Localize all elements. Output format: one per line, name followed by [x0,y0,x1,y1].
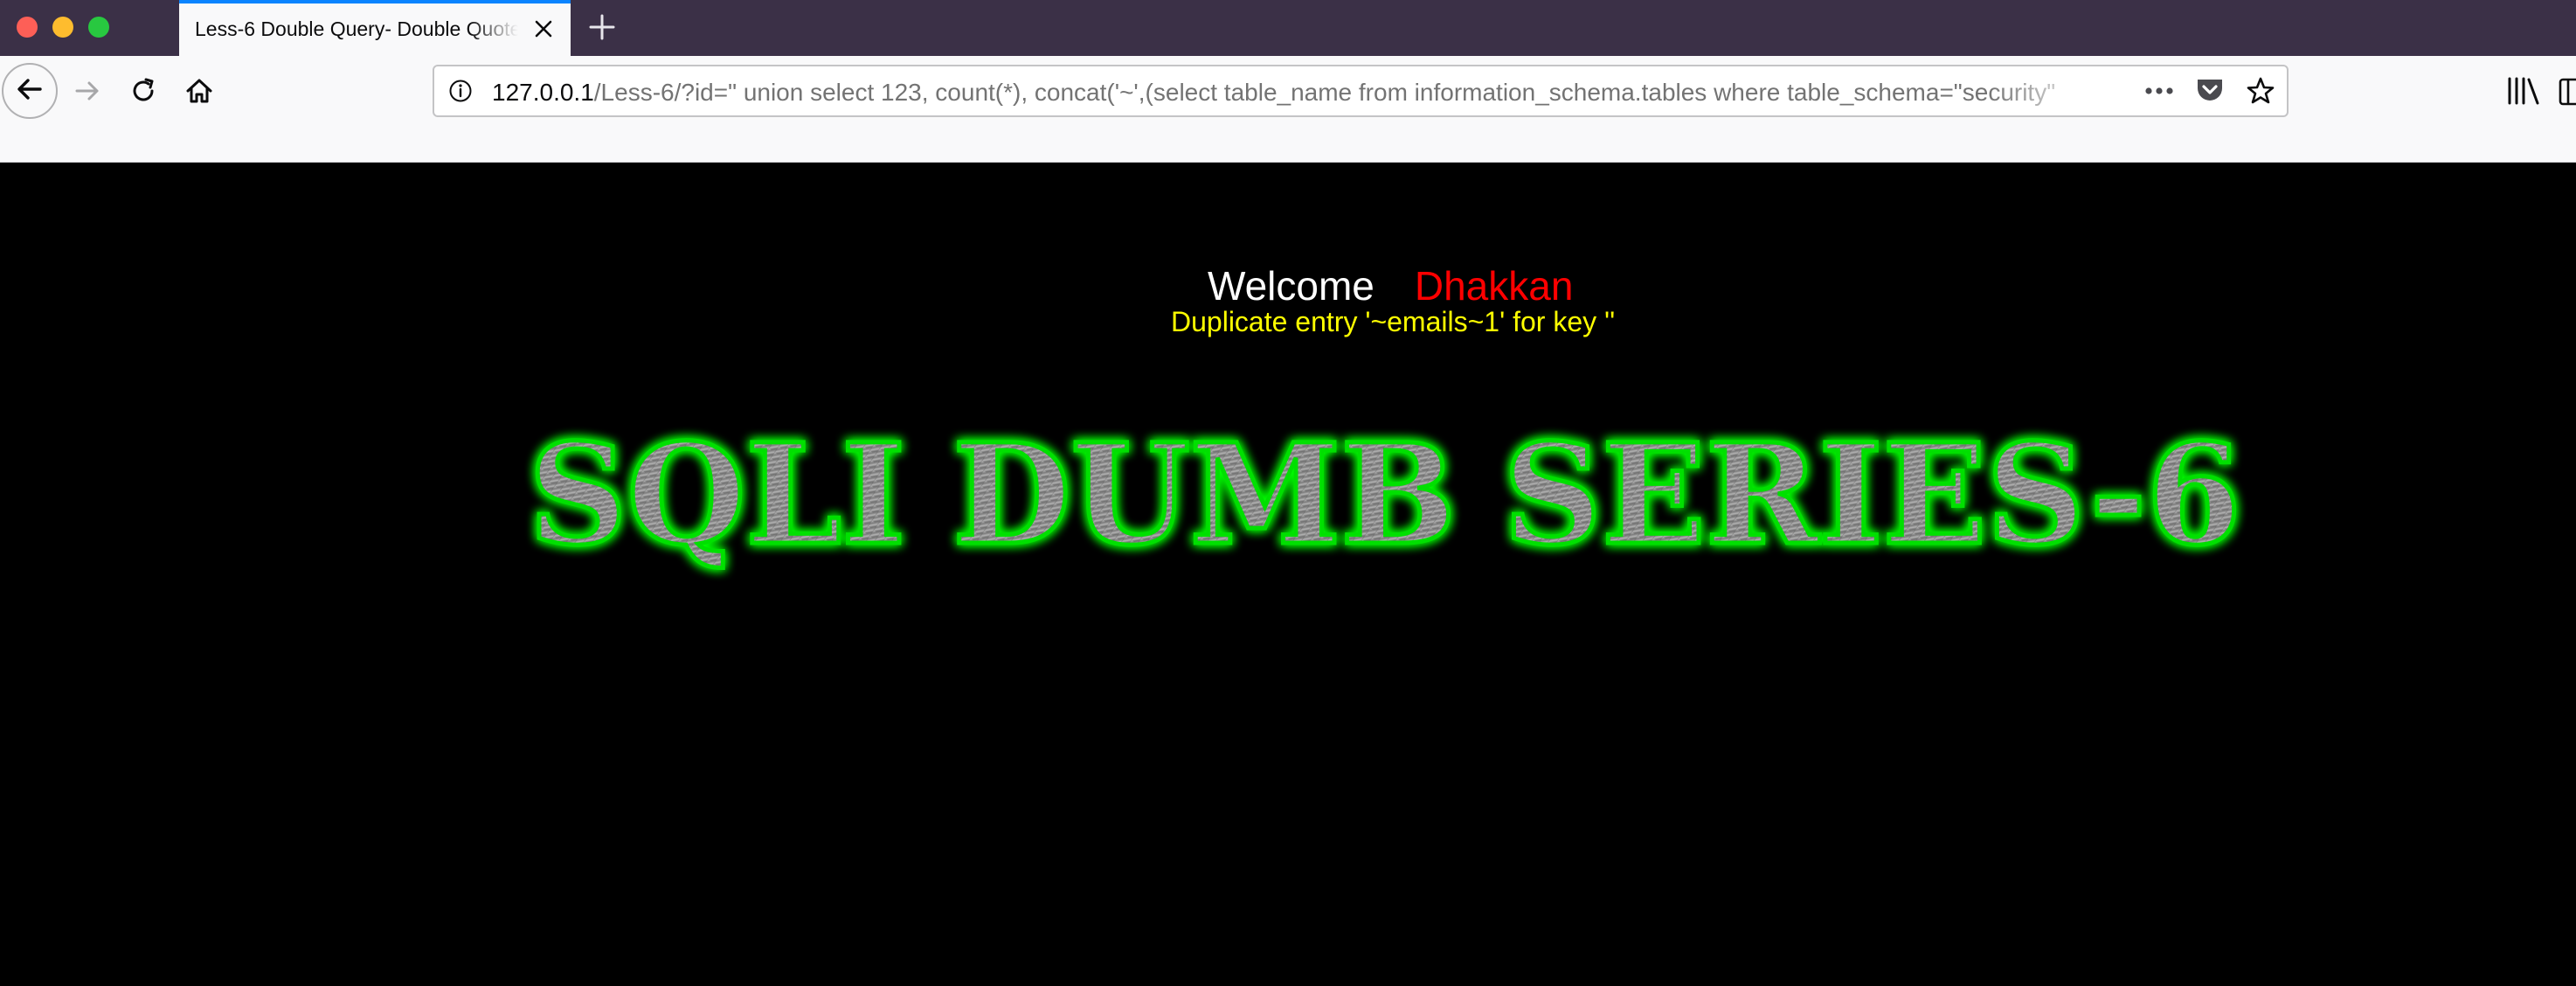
welcome-message: Welcome Dhakkan [1208,262,1573,309]
forward-arrow-icon[interactable] [72,75,103,107]
tab-title: Less-6 Double Query- Double Quotes- Stri… [195,17,518,40]
welcome-label: Welcome [1208,263,1375,309]
tab-strip: Less-6 Double Query- Double Quotes- Stri… [0,0,2576,56]
more-dots-icon[interactable] [2143,75,2175,107]
close-icon[interactable] [532,17,555,40]
star-icon[interactable] [2245,75,2276,107]
reload-icon[interactable] [128,75,159,107]
url-path: /Less-6/?id=" union select 123, count(*)… [593,79,2056,106]
url-text[interactable]: 127.0.0.1/Less-6/?id=" union select 123,… [492,79,2100,107]
url-host: 127.0.0.1 [492,79,594,106]
browser-tab[interactable]: Less-6 Double Query- Double Quotes- Stri… [179,0,571,56]
home-icon[interactable] [184,75,215,107]
back-arrow-icon [14,73,45,109]
address-bar[interactable]: 127.0.0.1/Less-6/?id=" union select 123,… [433,65,2289,117]
window-zoom-button[interactable] [88,17,109,38]
library-icon[interactable] [2506,75,2541,107]
info-icon[interactable] [448,79,473,103]
window-minimize-button[interactable] [52,17,73,38]
back-button[interactable] [2,63,58,119]
navigation-toolbar: 127.0.0.1/Less-6/?id=" union select 123,… [0,56,2576,163]
page-action-tools [2143,75,2276,107]
window-close-button[interactable] [17,17,38,38]
welcome-name: Dhakkan [1414,263,1574,309]
sqli-banner-image: SQLI DUMB SERIES-6 [527,413,2244,579]
plus-icon[interactable] [587,12,617,42]
pocket-icon[interactable] [2194,75,2226,107]
page-content: Welcome Dhakkan Duplicate entry '~emails~… [0,163,2576,986]
error-message: Duplicate entry '~emails~1' for key '' [1171,306,1616,337]
banner-text: SQLI DUMB SERIES-6 [529,414,2241,576]
sidebar-icon[interactable] [2559,77,2576,107]
